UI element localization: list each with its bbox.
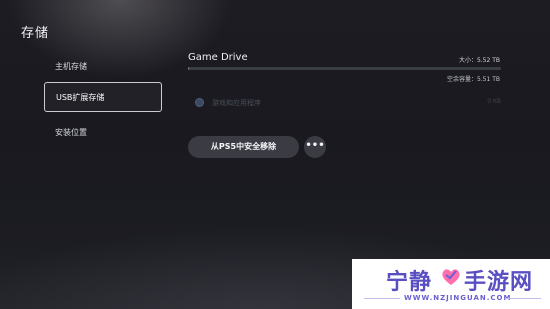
storage-usage-fill <box>188 67 190 70</box>
more-options-icon[interactable]: ••• <box>304 136 326 158</box>
watermark: 宁静 手游网 WWW.NZJINGUAN.COM <box>352 259 550 309</box>
heart-logo-icon <box>442 269 460 285</box>
sidebar-item-usb-storage[interactable]: USB扩展存储 <box>44 82 162 112</box>
drive-name: Game Drive <box>188 52 248 63</box>
app-circle-icon <box>195 98 204 107</box>
safely-remove-button[interactable]: 从PS5中安全移除 <box>188 136 299 158</box>
sidebar-item-console-storage[interactable]: 主机存储 <box>44 52 162 82</box>
games-apps-row[interactable]: 游戏和应用程序 0 KB <box>195 97 501 111</box>
drive-free-space: 空余容量：5.51 TB <box>446 76 500 83</box>
drive-size: 大小：5.52 TB <box>458 57 500 64</box>
games-apps-size: 0 KB <box>487 98 501 105</box>
games-apps-label: 游戏和应用程序 <box>212 99 261 107</box>
watermark-text-right: 手游网 <box>464 270 534 295</box>
watermark-divider-right <box>505 298 541 299</box>
watermark-text-left: 宁静 <box>386 270 433 295</box>
watermark-url: WWW.NZJINGUAN.COM <box>404 294 512 302</box>
page-title: 存储 <box>21 26 50 41</box>
watermark-divider-left <box>364 298 400 299</box>
storage-usage-bar <box>188 67 501 70</box>
sidebar-item-install-location[interactable]: 安装位置 <box>44 118 162 148</box>
